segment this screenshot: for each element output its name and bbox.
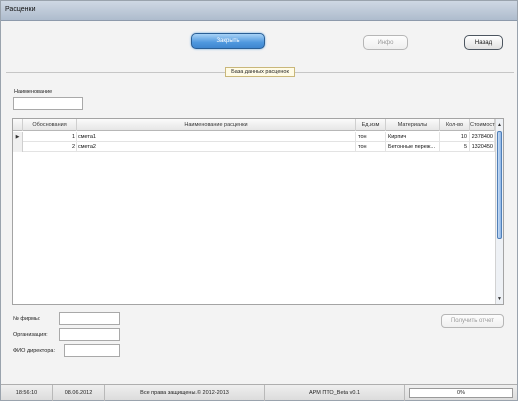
group-label: База данных расценок <box>225 67 295 77</box>
table-row[interactable]: ▶ 1 смета1 тон Кирпич 10 2378400 <box>13 132 495 142</box>
scrollbar-thumb[interactable] <box>497 131 502 239</box>
director-name-label: ФИО директора: <box>13 348 55 354</box>
cell-num: 1 <box>23 132 77 142</box>
col-header-qty[interactable]: Кол-во <box>440 119 470 131</box>
status-bar: 18:56:10 08.06.2012 Все права защищены.©… <box>1 384 517 401</box>
app-window: Расценки Закрыть Инфо Назад База данных … <box>0 0 518 401</box>
back-button[interactable]: Назад <box>464 35 503 50</box>
title-bar: Расценки <box>1 1 517 21</box>
cell-cost: 1320450 <box>470 142 495 152</box>
firm-number-input[interactable] <box>59 312 120 325</box>
progress-text: 0% <box>457 390 465 396</box>
window-title: Расценки <box>5 6 36 13</box>
cell-material: Бетонные переж... <box>386 142 440 152</box>
status-progress-bar: 0% <box>409 388 513 398</box>
cell-name: смета1 <box>77 132 356 142</box>
director-name-input[interactable] <box>64 344 120 357</box>
get-report-button[interactable]: Получить отчет <box>441 314 504 328</box>
col-header-basis[interactable]: Обоснования <box>23 119 77 131</box>
col-header-unit[interactable]: Ед.изм <box>356 119 386 131</box>
rates-table: Обоснования Наименование расценки Ед.изм… <box>12 118 504 305</box>
status-copyright: Все права защищены.© 2012-2013 <box>105 385 265 401</box>
close-button[interactable]: Закрыть <box>191 33 265 49</box>
organization-label: Организация: <box>13 332 48 338</box>
cell-material: Кирпич <box>386 132 440 142</box>
cell-cost: 2378400 <box>470 132 495 142</box>
name-filter-input[interactable] <box>13 97 83 110</box>
table-vertical-scrollbar[interactable]: ▲ ▼ <box>495 119 503 304</box>
col-header-materials[interactable]: Материалы <box>386 119 440 131</box>
organization-input[interactable] <box>59 328 120 341</box>
cell-qty: 5 <box>440 142 470 152</box>
col-header-name[interactable]: Наименование расценки <box>77 119 356 131</box>
firm-number-label: № фирмы: <box>13 316 41 322</box>
scroll-down-icon[interactable]: ▼ <box>496 295 503 303</box>
row-selector[interactable] <box>13 142 23 152</box>
row-selector[interactable]: ▶ <box>13 132 23 142</box>
cell-qty: 10 <box>440 132 470 142</box>
cell-num: 2 <box>23 142 77 152</box>
info-button[interactable]: Инфо <box>363 35 408 50</box>
status-time: 18:56:10 <box>1 385 53 401</box>
cell-name: смета2 <box>77 142 356 152</box>
scroll-up-icon[interactable]: ▲ <box>496 121 503 129</box>
status-app-version: АРМ ПТО_Beta v0.1 <box>265 385 405 401</box>
table-row[interactable]: 2 смета2 тон Бетонные переж... 5 1320450 <box>13 142 495 152</box>
status-date: 08.06.2012 <box>53 385 105 401</box>
row-header-corner <box>13 119 23 131</box>
col-header-cost[interactable]: Стоимость <box>470 119 498 131</box>
cell-unit: тон <box>356 132 386 142</box>
cell-unit: тон <box>356 142 386 152</box>
table-header: Обоснования Наименование расценки Ед.изм… <box>13 119 503 131</box>
name-filter-label: Наименование <box>14 89 53 95</box>
